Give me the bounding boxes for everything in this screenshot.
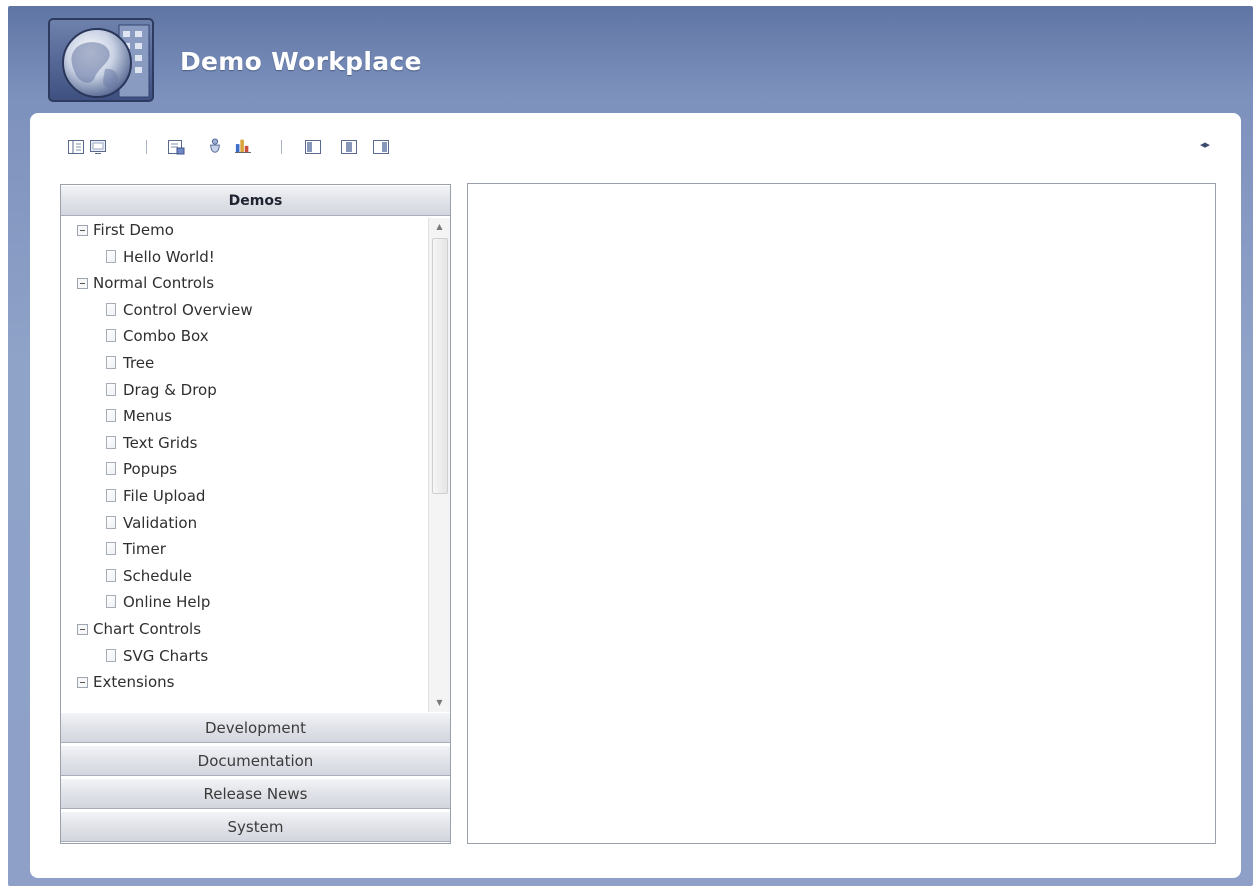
tree-folder[interactable]: First Demo (77, 221, 174, 239)
section-demos[interactable]: Demos (61, 185, 450, 216)
tree-item[interactable]: File Upload (106, 487, 205, 505)
collapse-arrows-icon[interactable]: ◂▸ (1200, 138, 1210, 151)
scroll-thumb[interactable] (432, 238, 448, 494)
tree-item-label: File Upload (123, 487, 206, 505)
tree-item[interactable]: Tree (106, 354, 154, 372)
tree-item-label: Popups (123, 460, 178, 479)
tree-item-label: Schedule (123, 566, 192, 585)
toolbar-separator (281, 140, 282, 154)
collapse-toggle-icon[interactable] (77, 225, 88, 236)
tree-item-label: Timer (123, 540, 166, 559)
layout-left-icon[interactable] (304, 139, 322, 155)
document-icon (106, 489, 116, 502)
tree-item[interactable]: SVG Charts (106, 647, 208, 665)
tree-item[interactable]: Text Grids (106, 434, 197, 452)
tree-folder[interactable]: Normal Controls (77, 274, 214, 292)
section-release-news[interactable]: Release News (61, 778, 450, 809)
tree-item-label: Tree (123, 354, 155, 372)
document-icon (106, 568, 116, 582)
tree-item[interactable]: Drag & Drop (106, 381, 217, 399)
shield-icon[interactable] (206, 138, 224, 154)
demo-tree: First Demo Hello World! Normal Controls Con… (61, 218, 450, 712)
document-icon (106, 595, 116, 609)
document-icon (106, 542, 116, 556)
tree-item[interactable]: Menus (106, 407, 172, 425)
tree-item-label: Online Help (123, 593, 211, 612)
document-icon (106, 409, 116, 423)
content-area (467, 183, 1216, 844)
section-documentation[interactable]: Documentation (61, 745, 450, 776)
tree-item-label: SVG Charts (123, 646, 209, 665)
document-icon (106, 382, 116, 396)
tree-item-label: Text Grids (123, 433, 198, 452)
tree-item[interactable]: Control Overview (106, 301, 253, 319)
section-development[interactable]: Development (61, 712, 450, 743)
toolbar-separator (146, 140, 147, 154)
scroll-down-icon[interactable]: ▼ (429, 694, 450, 712)
outline-view-icon[interactable] (67, 139, 85, 155)
layout-center-icon[interactable] (340, 139, 358, 155)
layout-right-icon[interactable] (372, 139, 390, 155)
navigation-pane: Demos First Demo Hello World! Normal Contr… (60, 184, 451, 844)
tree-item[interactable]: Online Help (106, 593, 210, 611)
tree-item-label: Control Overview (123, 300, 253, 319)
tree-item[interactable]: Schedule (106, 567, 192, 585)
bar-chart-icon[interactable] (234, 137, 252, 153)
tree-item-label: First Demo (93, 221, 174, 239)
collapse-toggle-icon[interactable] (77, 624, 88, 635)
tree-item[interactable]: Validation (106, 514, 197, 532)
collapse-toggle-icon[interactable] (77, 278, 88, 290)
scroll-up-icon[interactable]: ▲ (429, 218, 450, 236)
tree-item-label: Chart Controls (93, 620, 202, 638)
tree-item-label: Combo Box (123, 327, 209, 346)
collapse-toggle-icon[interactable] (77, 677, 88, 689)
tree-item-label: Drag & Drop (123, 380, 217, 399)
tree-item-label: Hello World! (123, 247, 215, 266)
tree-folder[interactable]: Chart Controls (77, 620, 201, 638)
globe-window-logo-icon (48, 18, 154, 102)
tree-item[interactable]: Popups (106, 460, 177, 478)
document-icon (106, 435, 116, 449)
tree-item[interactable]: Timer (106, 540, 166, 558)
tree-scrollbar[interactable]: ▲ ▼ (428, 218, 450, 712)
document-icon (106, 302, 116, 316)
tree-item[interactable]: Combo Box (106, 327, 209, 345)
document-icon (106, 356, 116, 369)
tree-item-label: Extensions (93, 673, 175, 692)
document-icon (106, 515, 116, 529)
tree-item-label: Validation (123, 513, 198, 532)
app-title: Demo Workplace (180, 47, 422, 76)
document-icon (106, 329, 116, 343)
document-icon (106, 462, 116, 476)
tree-folder[interactable]: Extensions (77, 673, 174, 691)
document-icon (106, 249, 116, 263)
document-edit-icon[interactable] (167, 139, 185, 155)
section-system[interactable]: System (61, 811, 450, 842)
tree-item-label: Menus (123, 407, 172, 426)
tree-item-label: Normal Controls (93, 274, 215, 293)
document-icon (106, 648, 116, 662)
tree-item[interactable]: Hello World! (106, 248, 215, 266)
monitor-view-icon[interactable] (89, 139, 107, 155)
